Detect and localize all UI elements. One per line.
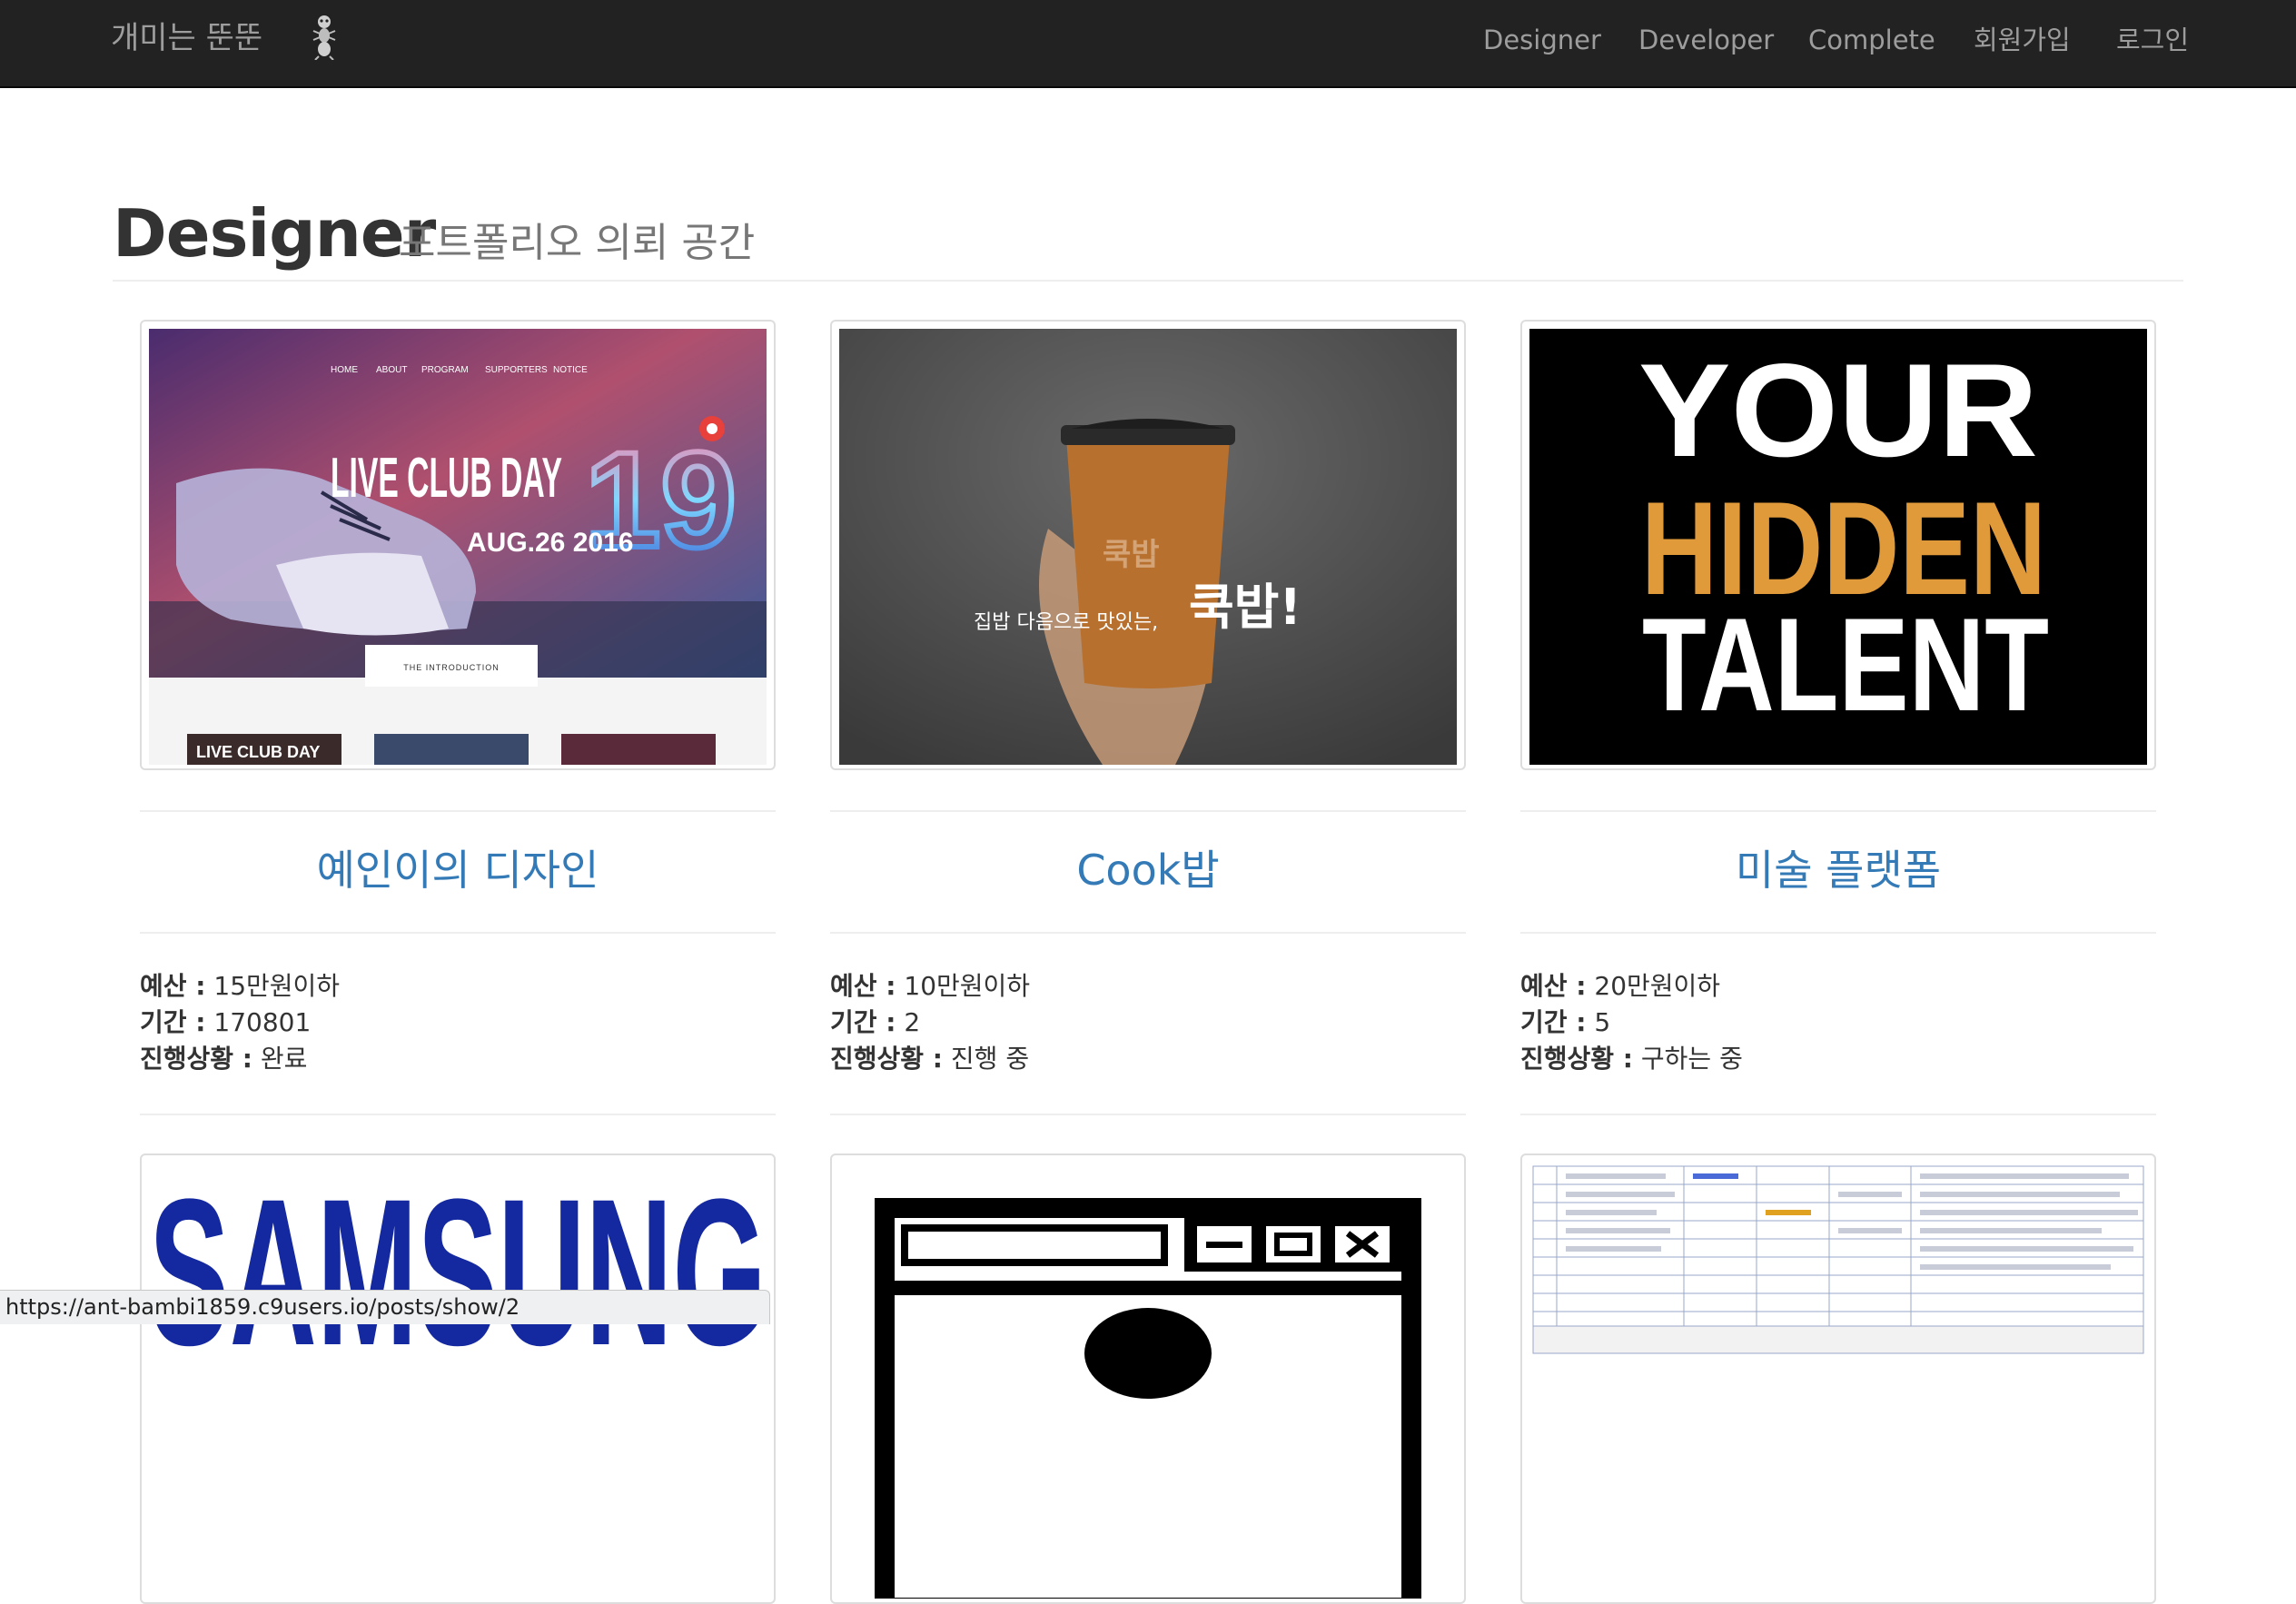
window-icon-image [839, 1163, 1457, 1599]
period-label: 기간 : [830, 1007, 896, 1037]
status-bar-url: https://ant-bambi1859.c9users.io/posts/s… [0, 1290, 770, 1324]
status-value: 진행 중 [950, 1044, 1030, 1074]
image-intro: THE INTRODUCTION [403, 663, 500, 672]
divider [830, 932, 1466, 934]
status-value: 완료 [260, 1044, 308, 1074]
card-thumbnail[interactable]: HOME ABOUT PROGRAM SUPPORTERS NOTICE LIV… [140, 320, 776, 770]
status-label: 진행상황 : [140, 1044, 252, 1074]
divider [1520, 932, 2156, 934]
budget-line: 예산 : 10만원이하 [830, 968, 1030, 1005]
thumbnail-image: 쿡밥 집밥 다음으로 맛있는, 쿡밥! [839, 329, 1457, 765]
thumbnail-image [1529, 1163, 2147, 1599]
image-tagline: 집밥 다음으로 맛있는, [974, 611, 1158, 634]
nav-designer[interactable]: Designer [1483, 20, 1601, 60]
budget-value: 15만원이하 [213, 971, 341, 1001]
image-nav-program: PROGRAM [421, 365, 469, 375]
nav-signup[interactable]: 회원가입 [1974, 20, 2071, 60]
budget-value: 20만원이하 [1594, 971, 1721, 1001]
budget-label: 예산 : [140, 971, 206, 1001]
image-date: AUG.26 2016 [467, 528, 633, 558]
thumbnail-image: HOME ABOUT PROGRAM SUPPORTERS NOTICE LIV… [149, 329, 767, 765]
status-value: 구하는 중 [1640, 1044, 1743, 1074]
budget-label: 예산 : [830, 971, 896, 1001]
status-line: 진행상황 : 구하는 중 [1520, 1041, 1743, 1077]
nav-complete[interactable]: Complete [1808, 20, 1935, 60]
card-thumbnail[interactable]: 쿡밥 집밥 다음으로 맛있는, 쿡밥! [830, 320, 1466, 770]
hidden-talent-image: YOUR HIDDEN TALENT [1529, 329, 2147, 765]
divider [140, 810, 776, 812]
budget-line: 예산 : 20만원이하 [1520, 968, 1720, 1005]
thumbnail-image [839, 1163, 1457, 1599]
status-line: 진행상황 : 완료 [140, 1041, 307, 1077]
budget-value: 10만원이하 [904, 971, 1031, 1001]
thumbnail-image: YOUR HIDDEN TALENT [1529, 329, 2147, 765]
period-value: 5 [1594, 1007, 1611, 1037]
image-samsung-text: SAMSUNG [149, 1163, 767, 1389]
spreadsheet-image [1529, 1163, 2147, 1599]
period-value: 2 [904, 1007, 921, 1037]
page-subtitle: 포트폴리오 의뢰 공간 [399, 220, 756, 266]
image-nav-supporters: SUPPORTERS [485, 365, 548, 375]
period-value: 170801 [213, 1007, 312, 1037]
card-title-link[interactable]: 예인이의 디자인 [140, 843, 776, 897]
page-header: Designer 포트폴리오 의뢰 공간 [113, 189, 2183, 282]
card-thumbnail[interactable] [830, 1153, 1466, 1604]
status-label: 진행상황 : [1520, 1044, 1633, 1074]
cup-mark: 쿡밥 [1103, 537, 1160, 573]
divider [1520, 810, 2156, 812]
nav-login[interactable]: 로그인 [2116, 20, 2189, 60]
card-thumbnail[interactable] [1520, 1153, 2156, 1604]
ant-logo-icon[interactable] [306, 13, 342, 60]
brand-title[interactable]: 개미는 뚠뚠 [111, 18, 262, 58]
period-line: 기간 : 170801 [140, 1005, 311, 1041]
image-brand: 쿡밥! [1189, 579, 1301, 636]
divider [830, 1114, 1466, 1115]
divider [1520, 1114, 2156, 1115]
image-nav-notice: NOTICE [553, 365, 588, 375]
period-label: 기간 : [140, 1007, 206, 1037]
period-line: 기간 : 5 [1520, 1005, 1610, 1041]
image-headline: LIVE CLUB DAY [331, 447, 562, 510]
divider [140, 932, 776, 934]
card-thumbnail[interactable]: YOUR HIDDEN TALENT [1520, 320, 2156, 770]
budget-label: 예산 : [1520, 971, 1587, 1001]
divider [140, 1114, 776, 1115]
divider [830, 810, 1466, 812]
period-label: 기간 : [1520, 1007, 1587, 1037]
samsung-image: SAMSUNG [149, 1163, 767, 1599]
budget-line: 예산 : 15만원이하 [140, 968, 340, 1005]
thumbnail-image: SAMSUNG [149, 1163, 767, 1599]
navbar: 개미는 뚠뚠 Designer Developer Complete 회원가입 … [0, 0, 2296, 88]
period-line: 기간 : 2 [830, 1005, 920, 1041]
image-mini-title: LIVE CLUB DAY [196, 743, 320, 761]
cookbap-image: 쿡밥 집밥 다음으로 맛있는, 쿡밥! [839, 329, 1457, 765]
live-club-day-image: HOME ABOUT PROGRAM SUPPORTERS NOTICE LIV… [149, 329, 767, 765]
image-nav-about: ABOUT [376, 365, 407, 375]
card-thumbnail[interactable]: SAMSUNG [140, 1153, 776, 1604]
image-line-3: TALENT [1642, 590, 2049, 738]
card-title-link[interactable]: Cook밥 [830, 843, 1466, 897]
card-title-link[interactable]: 미술 플랫폼 [1520, 843, 2156, 897]
status-label: 진행상황 : [830, 1044, 943, 1074]
status-line: 진행상황 : 진행 중 [830, 1041, 1029, 1077]
page-title: Designer [113, 195, 436, 272]
image-nav-home: HOME [331, 365, 358, 375]
image-line-1: YOUR [1638, 336, 2038, 484]
nav-developer[interactable]: Developer [1638, 20, 1774, 60]
